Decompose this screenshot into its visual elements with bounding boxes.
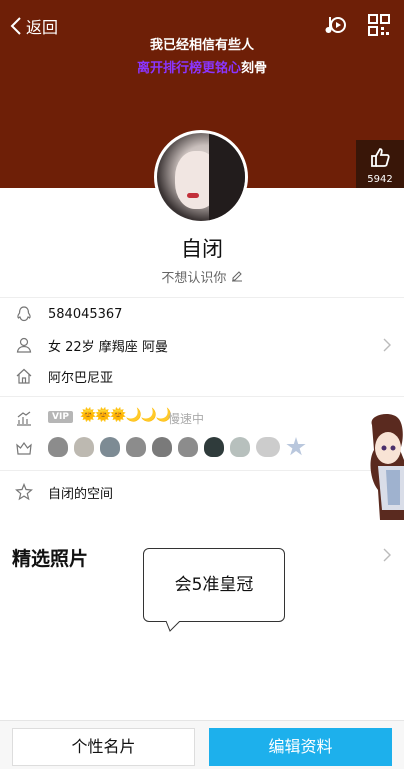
divider	[0, 470, 404, 471]
qrcode-icon[interactable]	[368, 14, 390, 36]
basic-info-row[interactable]: 女 22岁 摩羯座 阿曼	[0, 330, 404, 360]
nickname: 自闭	[181, 237, 223, 261]
video-badge-icon	[256, 437, 280, 457]
signature-text: 不想认识你	[161, 271, 227, 286]
like-button[interactable]: 5942	[356, 140, 404, 188]
crown-icon	[16, 441, 32, 455]
signature[interactable]: 不想认识你	[0, 267, 404, 286]
star-badge-icon	[286, 437, 306, 456]
bubble-tail	[166, 620, 181, 632]
edit-pencil-icon	[231, 271, 242, 282]
home-icon	[16, 368, 32, 384]
location: 阿尔巴尼亚	[48, 370, 114, 386]
divider	[0, 297, 404, 298]
basic-info: 女 22岁 摩羯座 阿曼	[48, 339, 168, 355]
level-icons[interactable]: 🌞🌞🌞🌙🌙🌙	[80, 408, 172, 423]
penguin-badge-icon	[100, 437, 120, 457]
cloud-badge-icon	[74, 437, 94, 457]
cloud-badge-icon	[230, 437, 250, 457]
penguin-badge-icon	[48, 437, 68, 457]
lyric-highlight: 离开排行榜更铭心	[136, 61, 241, 76]
chevron-left-icon	[10, 17, 21, 35]
chevron-right-icon[interactable]	[382, 548, 392, 562]
level-chart-icon	[17, 411, 31, 426]
music-icon[interactable]	[324, 14, 346, 36]
person-icon	[16, 337, 32, 353]
penguin-badge-icon	[126, 437, 146, 457]
qq-number: 584045367	[48, 306, 123, 322]
location-row: 阿尔巴尼亚	[0, 361, 404, 391]
qq-number-row: 584045367	[0, 299, 404, 329]
vip-badge[interactable]: VIP	[48, 411, 73, 423]
service-badges[interactable]	[48, 437, 306, 457]
anime-character-image	[370, 414, 404, 520]
lyric-line-1: 我已经相信有些人	[149, 38, 254, 53]
avatar[interactable]	[154, 130, 248, 224]
edit-profile-button[interactable]: 编辑资料	[209, 728, 392, 766]
divider	[0, 396, 404, 397]
penguin-badge-icon	[204, 437, 224, 457]
penguin-badge-icon	[178, 437, 198, 457]
qzone-label: 自闭的空间	[48, 486, 114, 502]
penguin-icon	[17, 306, 31, 322]
featured-photos-title[interactable]: 精选照片	[12, 544, 88, 571]
lyric-line-2: 离开排行榜更铭心刻骨	[0, 57, 404, 76]
thumbs-up-icon	[371, 148, 390, 167]
star-icon	[15, 483, 33, 501]
penguin-badge-icon	[152, 437, 172, 457]
chevron-right-icon	[383, 338, 391, 352]
lyric-rest: 刻骨	[241, 61, 268, 76]
like-count: 5942	[367, 174, 393, 185]
speed-status: 慢速中	[168, 412, 205, 426]
qzone-row[interactable]: 自闭的空间	[0, 477, 404, 507]
profile-card-button[interactable]: 个性名片	[12, 728, 195, 766]
speech-bubble: 会5准皇冠	[143, 548, 285, 622]
